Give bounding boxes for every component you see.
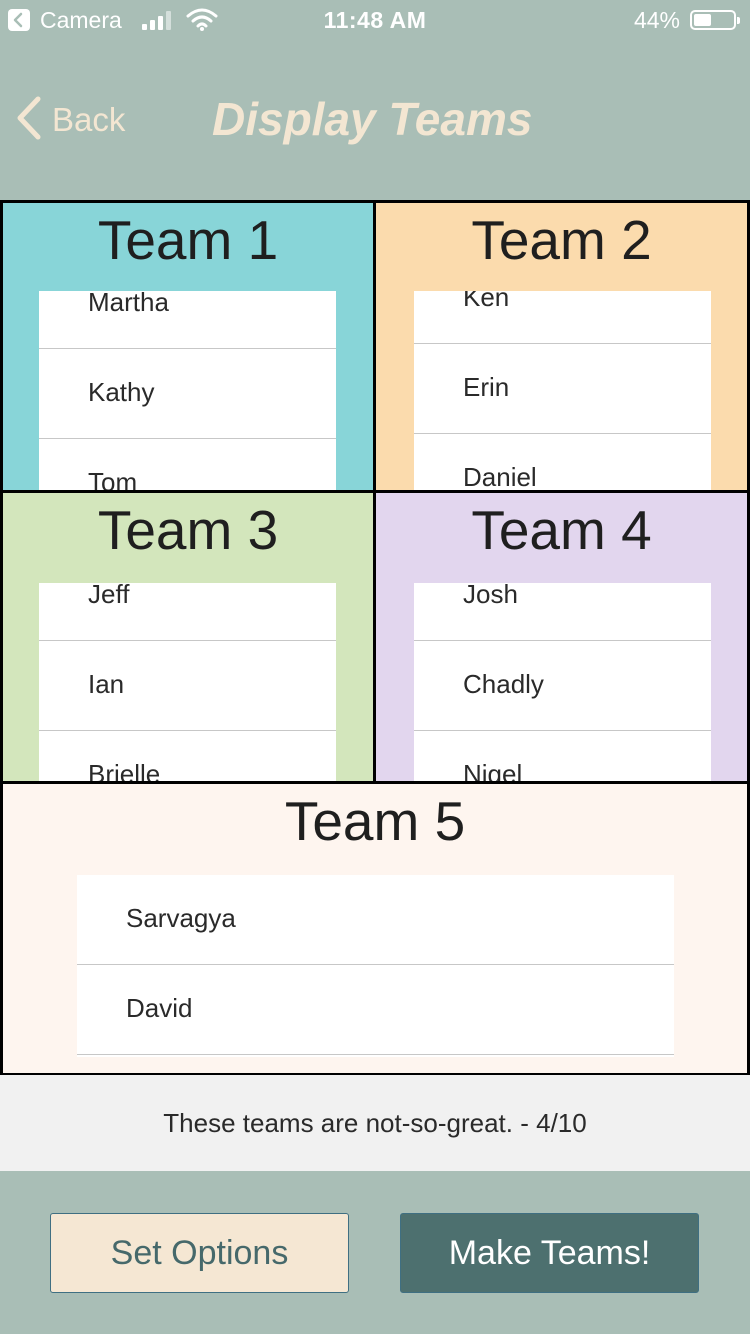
team-2-card: Team 2 Ken Erin Daniel bbox=[373, 200, 750, 493]
back-button-label: Back bbox=[52, 101, 126, 138]
member-name: Erin bbox=[463, 372, 510, 402]
list-item[interactable]: Ian bbox=[39, 641, 336, 731]
list-item[interactable]: David bbox=[77, 965, 674, 1055]
list-item[interactable]: Kathy bbox=[39, 349, 336, 439]
list-item[interactable]: Chadly bbox=[414, 641, 711, 731]
team-title: Team 1 bbox=[97, 209, 279, 271]
list-item[interactable]: Jeff bbox=[39, 583, 336, 641]
member-name: David bbox=[126, 993, 193, 1023]
team-rating-text: These teams are not-so-great. - 4/10 bbox=[0, 1075, 750, 1171]
team-3-card: Team 3 Jeff Ian Brielle bbox=[0, 490, 376, 784]
navigation-bar: Back Display Teams bbox=[0, 40, 750, 200]
list-item[interactable]: Nigel bbox=[414, 731, 711, 781]
list-item[interactable]: Tom bbox=[39, 439, 336, 490]
list-item[interactable]: Erin bbox=[414, 344, 711, 434]
battery-icon bbox=[690, 10, 740, 30]
list-item[interactable]: Sarvagya bbox=[77, 875, 674, 965]
list-item[interactable]: Martha bbox=[39, 291, 336, 349]
member-name: Martha bbox=[88, 291, 169, 317]
battery-fill bbox=[694, 14, 711, 26]
member-name: Daniel bbox=[463, 462, 537, 492]
team-1-roster[interactable]: Martha Kathy Tom bbox=[39, 291, 336, 490]
back-button[interactable]: Back bbox=[16, 96, 126, 145]
member-name: Ian bbox=[88, 669, 125, 699]
set-options-button[interactable]: Set Options bbox=[50, 1213, 349, 1293]
team-title: Team 3 bbox=[97, 499, 279, 561]
team-1-card: Team 1 Martha Kathy Tom bbox=[0, 200, 376, 493]
list-item[interactable]: Brielle bbox=[39, 731, 336, 781]
team-5-roster[interactable]: Sarvagya David bbox=[77, 875, 674, 1057]
member-name: Jeff bbox=[88, 583, 130, 609]
team-title: Team 5 bbox=[284, 790, 466, 852]
team-2-roster[interactable]: Ken Erin Daniel bbox=[414, 291, 711, 492]
team-4-roster[interactable]: Josh Chadly Nigel bbox=[414, 583, 711, 781]
teams-grid: Team 1 Martha Kathy Tom Team 2 Ken Erin … bbox=[0, 200, 750, 1076]
member-name: Sarvagya bbox=[126, 903, 236, 933]
member-name: Josh bbox=[463, 583, 518, 609]
list-item[interactable]: Josh bbox=[414, 583, 711, 641]
member-name: Ken bbox=[463, 291, 510, 312]
team-5-card: Team 5 Sarvagya David bbox=[0, 781, 750, 1076]
team-3-roster[interactable]: Jeff Ian Brielle bbox=[39, 583, 336, 781]
list-item[interactable]: Daniel bbox=[414, 434, 711, 492]
list-item[interactable]: Ken bbox=[414, 291, 711, 344]
page-title: Display Teams bbox=[212, 93, 533, 145]
battery-percentage: 44% bbox=[633, 7, 680, 33]
status-bar: Camera 11:48 AM 44% bbox=[0, 0, 750, 40]
team-4-card: Team 4 Josh Chadly Nigel bbox=[373, 490, 750, 784]
member-name: Chadly bbox=[463, 669, 544, 699]
team-title: Team 2 bbox=[471, 209, 652, 271]
make-teams-button[interactable]: Make Teams! bbox=[400, 1213, 699, 1293]
chevron-left-icon bbox=[16, 96, 42, 145]
member-name: Kathy bbox=[88, 377, 155, 407]
team-title: Team 4 bbox=[471, 499, 652, 561]
